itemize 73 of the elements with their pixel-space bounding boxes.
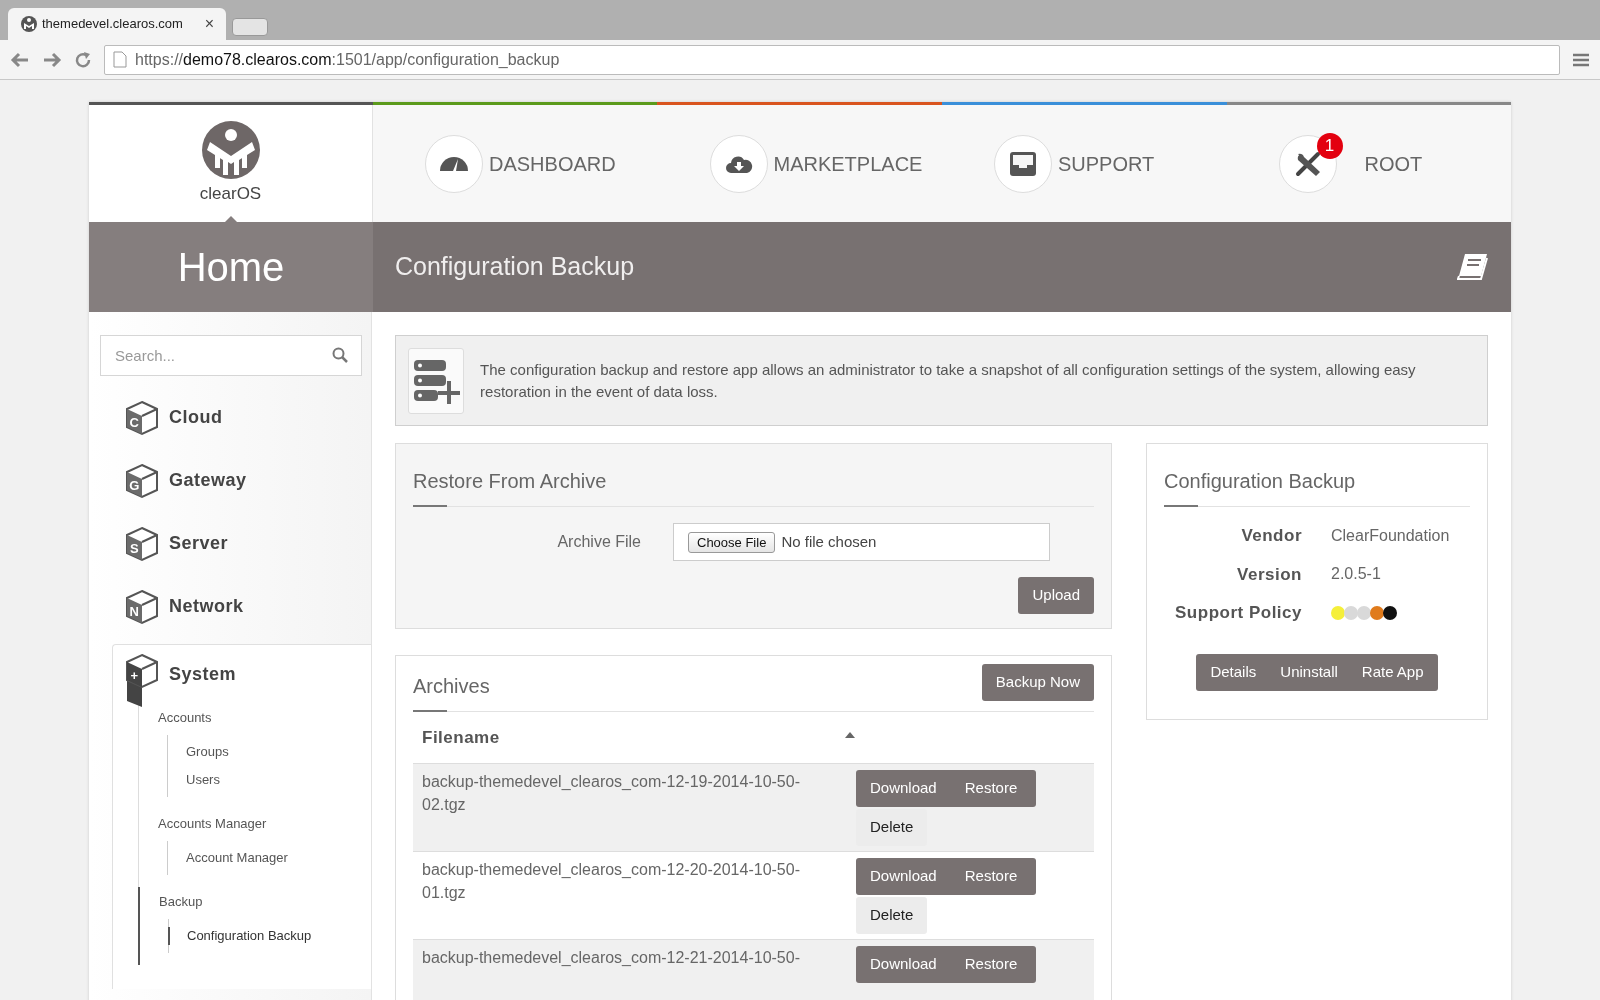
menu-icon[interactable] — [1572, 51, 1590, 68]
sidebar-category[interactable]: S Server — [89, 512, 371, 575]
sidebar-link[interactable]: Users — [186, 771, 371, 789]
page-icon — [113, 51, 127, 68]
tab-title: themedevel.clearos.com — [42, 15, 183, 34]
cube-icon: S — [125, 525, 159, 562]
property-label: Version — [1236, 563, 1302, 586]
filename-cell-text: backup-themedevel_clearos_com-12-19-2014-10-50-02.tgz — [422, 772, 801, 815]
book-icon[interactable] — [1457, 252, 1489, 282]
reload-icon[interactable] — [74, 50, 92, 69]
nav-link[interactable]: MARKETPLACE — [773, 148, 923, 179]
cube-icon: N — [125, 588, 159, 625]
forward-icon[interactable] — [42, 51, 62, 68]
cube-icon: C — [125, 399, 159, 436]
sidebar-link[interactable]: Account Manager — [186, 849, 371, 867]
sidebar-group: Accounts Manager — [158, 815, 371, 833]
app-action-button[interactable]: Uninstall — [1268, 653, 1350, 691]
panel-title: Configuration Backup — [1164, 469, 1357, 494]
upload-button[interactable]: Upload — [1018, 577, 1094, 614]
nav-link[interactable]: ROOT — [1364, 148, 1423, 179]
choose-file-button[interactable]: Choose File — [688, 531, 776, 553]
delete-button[interactable]: Delete — [856, 809, 928, 846]
sidebar-category[interactable]: N Network — [89, 575, 371, 638]
cube-icon: G — [125, 462, 159, 499]
intro-text: The configuration backup and restore app allows an administrator to take a snapshot of all configuration settings of the system, allowing easy restoration in the event of data loss. — [480, 359, 1417, 402]
property-label: Support Policy — [1174, 602, 1302, 624]
tray-icon — [1009, 150, 1037, 177]
row-action-button[interactable]: Download — [856, 946, 951, 983]
row-action-button[interactable]: Restore — [950, 946, 1032, 983]
url-text: https://demo78.clearos.com:1501/app/configuration_backup — [135, 49, 560, 70]
filename-cell-text: backup-themedevel_clearos_com-12-21-2014-10-50- — [422, 948, 801, 968]
property-label: Vendor — [1240, 525, 1302, 547]
address-bar[interactable]: https://demo78.clearos.com:1501/app/configuration_backup — [104, 44, 1560, 75]
property-value: 2.0.5-1 — [1331, 564, 1381, 585]
row-action-button[interactable]: Download — [856, 770, 951, 807]
browser-tab[interactable]: themedevel.clearos.com × — [8, 8, 226, 40]
sidebar-link[interactable]: Groups — [186, 743, 371, 761]
notification-badge: 1 — [1316, 132, 1343, 159]
gauge-icon — [440, 156, 468, 171]
panel-title: Restore From Archive — [413, 469, 608, 494]
delete-button[interactable]: Delete — [856, 897, 928, 934]
row-action-button[interactable]: Restore — [950, 858, 1032, 895]
backup-now-button[interactable]: Backup Now — [981, 664, 1094, 701]
property-value: ClearFoundation — [1331, 525, 1450, 546]
sidebar-category[interactable]: C Cloud — [89, 386, 371, 449]
file-input[interactable]: Choose File No file chosen — [673, 523, 1050, 561]
sidebar-category[interactable]: + System — [113, 653, 371, 707]
row-action-button[interactable]: Restore — [950, 770, 1032, 807]
logo-icon — [20, 15, 38, 33]
page-title: Configuration Backup — [395, 251, 635, 283]
sidebar-link[interactable]: Configuration Backup — [168, 927, 371, 945]
app-action-button[interactable]: Details — [1198, 653, 1269, 691]
row-action-button[interactable]: Download — [856, 858, 951, 895]
nav-link[interactable]: SUPPORT — [1058, 148, 1155, 179]
section-title: Home — [177, 244, 285, 291]
panel-title: Archives — [413, 674, 490, 699]
logo-text: clearOS — [199, 183, 262, 206]
field-label: Archive File — [556, 532, 642, 552]
sort-arrow-icon[interactable] — [844, 731, 855, 738]
sidebar-category[interactable]: G Gateway — [89, 449, 371, 512]
tab-close[interactable]: × — [204, 12, 214, 36]
app-action-button[interactable]: Rate App — [1349, 653, 1436, 691]
column-header[interactable]: Filename — [422, 724, 500, 751]
nav-link[interactable]: DASHBOARD — [489, 148, 616, 179]
sidebar-group: Backup — [159, 893, 371, 911]
back-icon[interactable] — [10, 51, 30, 68]
file-status: No file chosen — [781, 531, 877, 552]
filename-cell-text: backup-themedevel_clearos_com-12-20-2014-10-50-01.tgz — [422, 860, 801, 903]
search-icon[interactable] — [332, 347, 348, 363]
search-field[interactable]: Search... — [100, 335, 362, 376]
tools-icon — [1293, 149, 1322, 178]
sidebar-group: Accounts — [158, 709, 371, 727]
logo-icon — [200, 120, 261, 181]
